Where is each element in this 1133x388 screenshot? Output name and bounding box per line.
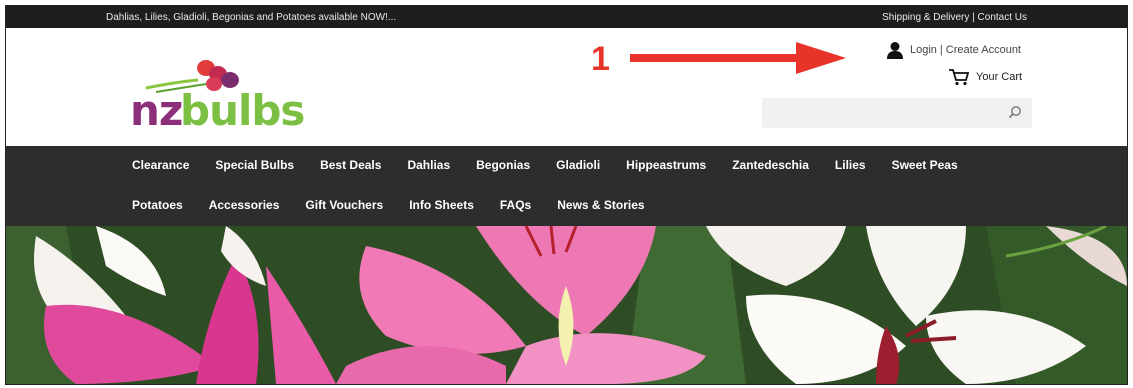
shipping-link[interactable]: Shipping & Delivery: [882, 12, 969, 23]
main-nav: Clearance Special Bulbs Best Deals Dahli…: [6, 146, 1127, 226]
nav-accessories[interactable]: Accessories: [209, 198, 280, 212]
cart-label: Your Cart: [976, 71, 1023, 83]
top-bar: Dahlias, Lilies, Gladioli, Begonias and …: [6, 6, 1127, 28]
cart-link[interactable]: Your Cart: [948, 67, 1022, 87]
nav-best-deals[interactable]: Best Deals: [320, 158, 381, 172]
nav-row-1: Clearance Special Bulbs Best Deals Dahli…: [132, 158, 984, 172]
site-header: nz bulbs 1 Login | Create Account Your C…: [6, 28, 1127, 146]
nav-faqs[interactable]: FAQs: [500, 198, 531, 212]
nav-zantedeschia[interactable]: Zantedeschia: [732, 158, 809, 172]
nav-special-bulbs[interactable]: Special Bulbs: [215, 158, 294, 172]
nav-dahlias[interactable]: Dahlias: [407, 158, 450, 172]
website-frame: Dahlias, Lilies, Gladioli, Begonias and …: [5, 5, 1128, 385]
nav-clearance[interactable]: Clearance: [132, 158, 189, 172]
nav-gladioli[interactable]: Gladioli: [556, 158, 600, 172]
create-account-link[interactable]: Create Account: [946, 44, 1021, 56]
nav-lilies[interactable]: Lilies: [835, 158, 866, 172]
logo-text-bulbs: bulbs: [180, 86, 305, 135]
top-links-separator: |: [972, 12, 975, 23]
promo-text: Dahlias, Lilies, Gladioli, Begonias and …: [106, 12, 397, 23]
nav-hippeastrums[interactable]: Hippeastrums: [626, 158, 706, 172]
login-link[interactable]: Login: [910, 44, 937, 56]
lily-flowers-image: [6, 226, 1127, 384]
nav-info-sheets[interactable]: Info Sheets: [409, 198, 474, 212]
logo-text-nz: nz: [130, 86, 183, 135]
nzbulbs-logo[interactable]: nz bulbs: [126, 58, 326, 138]
top-links: Shipping & Delivery | Contact Us: [882, 12, 1027, 23]
account-links: Login | Create Account: [886, 40, 1021, 60]
user-icon: [887, 42, 903, 59]
nav-news-stories[interactable]: News & Stories: [557, 198, 644, 212]
contact-link[interactable]: Contact Us: [978, 12, 1027, 23]
nav-potatoes[interactable]: Potatoes: [132, 198, 183, 212]
hero-banner-lilies: [6, 226, 1127, 384]
nav-sweet-peas[interactable]: Sweet Peas: [892, 158, 958, 172]
search-input[interactable]: [762, 98, 1002, 130]
cart-icon: [949, 69, 970, 86]
nav-gift-vouchers[interactable]: Gift Vouchers: [305, 198, 383, 212]
nav-row-2: Potatoes Accessories Gift Vouchers Info …: [132, 198, 671, 212]
search-box: [762, 98, 1032, 130]
search-icon[interactable]: [1008, 105, 1022, 119]
nav-begonias[interactable]: Begonias: [476, 158, 530, 172]
annotation-arrow-icon: [630, 42, 846, 74]
account-separator: |: [939, 44, 943, 56]
annotation-number: 1: [591, 40, 610, 78]
